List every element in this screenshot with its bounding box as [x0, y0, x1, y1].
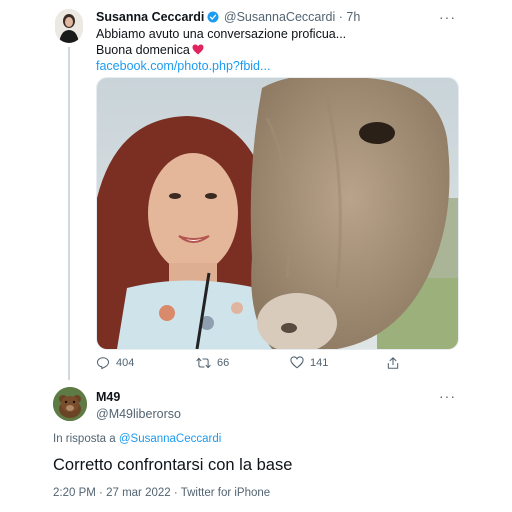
reply-author-name[interactable]: M49: [96, 390, 181, 404]
tweet-header: Susanna Ceccardi @SusannaCeccardi · 7h: [96, 10, 360, 26]
tweet-photo[interactable]: [96, 77, 459, 350]
retweet-action[interactable]: 66: [196, 356, 229, 370]
author-name[interactable]: Susanna Ceccardi: [96, 10, 204, 24]
tweet-link[interactable]: facebook.com/photo.php?fbid...: [96, 59, 426, 75]
reply-date[interactable]: 27 mar 2022: [106, 487, 171, 499]
reply-meta: 2:20 PM · 27 mar 2022 · Twitter for iPho…: [53, 487, 270, 499]
author-avatar-image: [55, 9, 83, 43]
tweet-time[interactable]: 7h: [346, 10, 360, 24]
tweet-actions: 404 66 141: [96, 356, 426, 372]
retweet-count: 66: [217, 357, 230, 369]
author-avatar[interactable]: [55, 9, 83, 43]
reply-author-avatar[interactable]: [53, 387, 87, 421]
reply-time[interactable]: 2:20 PM: [53, 487, 96, 499]
in-reply-to: In risposta a @SusannaCeccardi: [53, 433, 221, 445]
red-heart-emoji-icon: [192, 44, 204, 60]
reply-source: Twitter for iPhone: [180, 487, 271, 499]
verified-badge-icon: [207, 11, 219, 26]
header-separator: ·: [338, 10, 343, 24]
like-heart-icon: [290, 356, 304, 369]
tweet-text-line-2: Buona domenica: [96, 42, 190, 57]
reply-more-options-icon[interactable]: ···: [439, 388, 456, 404]
reply-text: Corretto confrontarsi con la base: [53, 456, 293, 474]
bear-avatar-image: [53, 387, 87, 421]
reply-author-handle[interactable]: @M49liberorso: [96, 407, 181, 421]
more-options-icon[interactable]: ···: [439, 9, 456, 25]
share-action[interactable]: [386, 356, 400, 370]
meta-separator-2: ·: [173, 487, 178, 499]
in-reply-prefix: In risposta a: [53, 433, 116, 445]
reply-action[interactable]: 404: [96, 356, 134, 370]
like-action[interactable]: 141: [290, 356, 328, 369]
like-count: 141: [310, 356, 329, 369]
tweet-text-line-1: Abbiamo avuto una conversazione proficua…: [96, 27, 347, 41]
retweet-icon: [196, 357, 211, 369]
meta-separator-1: ·: [99, 487, 103, 499]
reply-count: 404: [116, 357, 135, 369]
tweet-text: Abbiamo avuto una conversazione proficua…: [96, 27, 426, 75]
author-handle[interactable]: @SusannaCeccardi: [224, 10, 335, 24]
in-reply-handle-link[interactable]: @SusannaCeccardi: [119, 433, 221, 445]
reply-header: M49 @M49liberorso: [96, 390, 181, 421]
reply-icon: [96, 357, 110, 370]
thread-line: [68, 47, 70, 380]
photo-illustration: [97, 78, 458, 349]
share-icon: [387, 357, 399, 369]
